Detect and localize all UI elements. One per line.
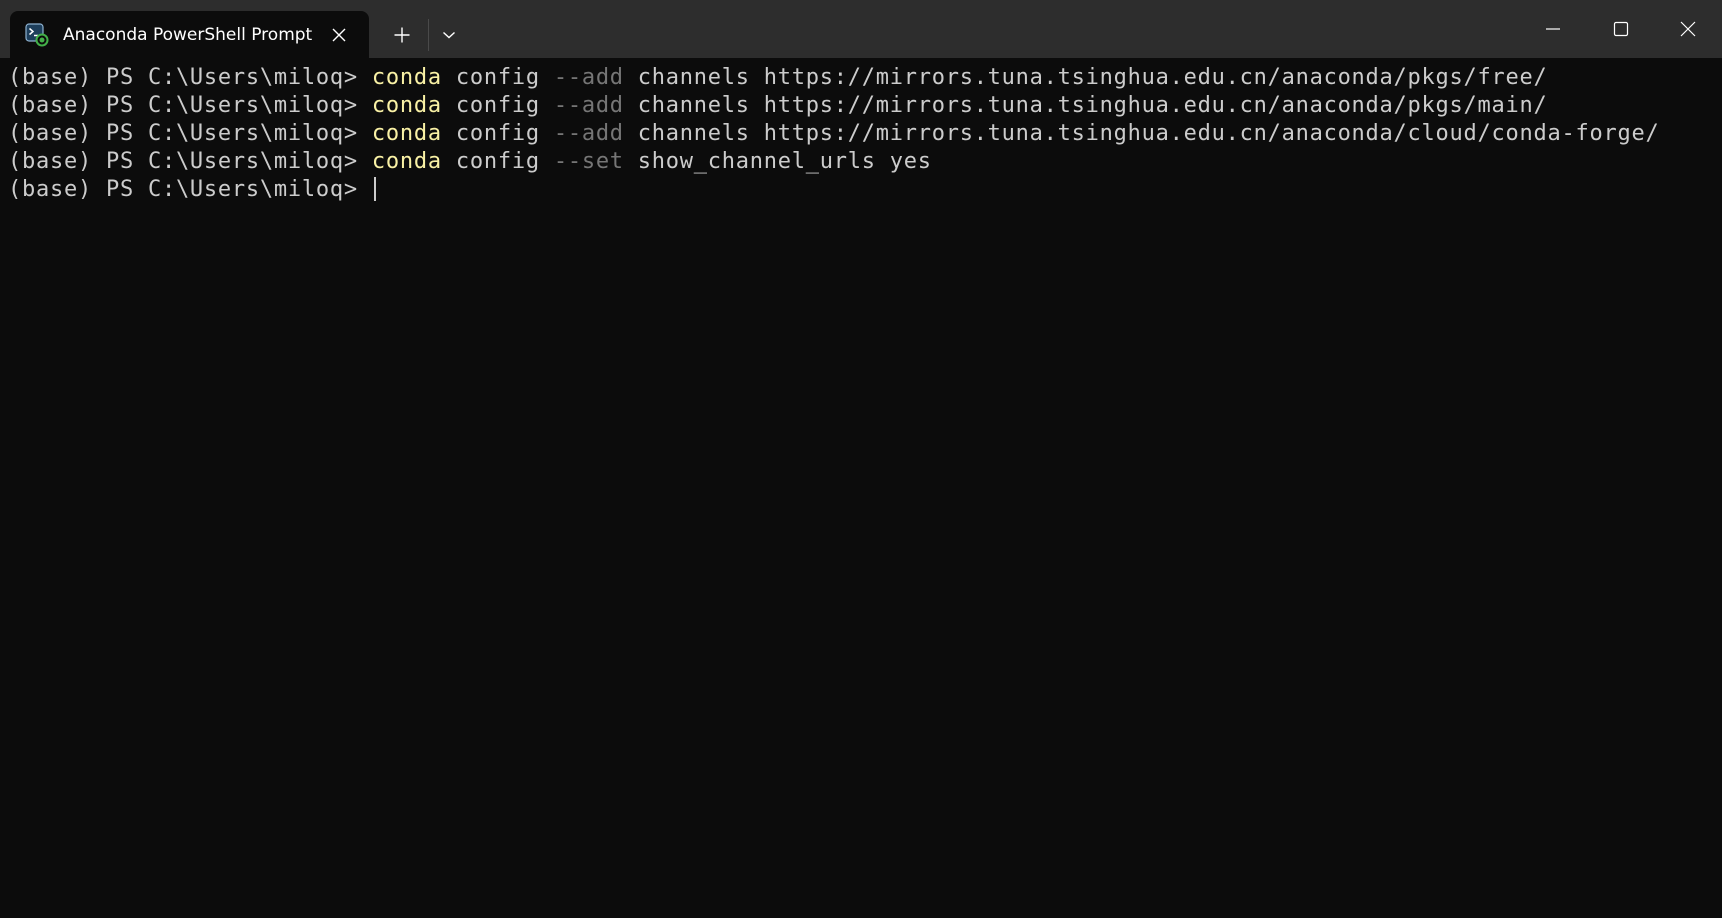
parameter: --add (553, 93, 624, 118)
terminal-line: (base) PS C:\Users\miloq> conda config -… (8, 64, 1548, 92)
command: conda (371, 93, 442, 118)
maximize-icon (1613, 21, 1629, 37)
close-icon (1680, 21, 1696, 37)
argument: config (441, 93, 554, 118)
argument: channels https://mirrors.tuna.tsinghua.e… (623, 65, 1548, 90)
parameter: --add (553, 65, 624, 90)
prompt: (base) PS C:\Users\miloq> (8, 65, 372, 90)
plus-icon (394, 27, 410, 43)
argument: config (441, 65, 554, 90)
command: conda (371, 65, 442, 90)
close-icon (332, 28, 346, 42)
terminal-line: (base) PS C:\Users\miloq> conda config -… (8, 92, 1548, 120)
terminal-output[interactable]: (base) PS C:\Users\miloq> conda config -… (0, 58, 1722, 918)
prompt: (base) PS C:\Users\miloq> (8, 177, 372, 202)
prompt: (base) PS C:\Users\miloq> (8, 121, 372, 146)
window-close-button[interactable] (1654, 0, 1722, 58)
prompt: (base) PS C:\Users\miloq> (8, 93, 372, 118)
terminal-input-line[interactable]: (base) PS C:\Users\miloq> (8, 176, 376, 204)
argument: show_channel_urls yes (623, 149, 932, 174)
text-cursor (373, 177, 376, 201)
new-tab-button[interactable] (385, 18, 419, 52)
minimize-icon (1546, 28, 1560, 30)
argument: config (441, 149, 554, 174)
tab-close-button[interactable] (327, 23, 351, 47)
chevron-down-icon (443, 31, 455, 39)
title-bar[interactable]: Anaconda PowerShell Prompt (0, 0, 1722, 58)
profile-dropdown-button[interactable] (432, 18, 466, 52)
minimize-button[interactable] (1519, 0, 1587, 58)
argument: config (441, 121, 554, 146)
command: conda (371, 149, 442, 174)
tab-anaconda-powershell[interactable]: Anaconda PowerShell Prompt (10, 11, 369, 58)
parameter: --add (553, 121, 624, 146)
command: conda (371, 121, 442, 146)
maximize-button[interactable] (1587, 0, 1655, 58)
tab-separator (428, 19, 429, 51)
terminal-line: (base) PS C:\Users\miloq> conda config -… (8, 148, 932, 176)
prompt: (base) PS C:\Users\miloq> (8, 149, 372, 174)
tab-title: Anaconda PowerShell Prompt (63, 25, 313, 45)
powershell-icon (25, 23, 49, 47)
argument: channels https://mirrors.tuna.tsinghua.e… (623, 121, 1660, 146)
argument: channels https://mirrors.tuna.tsinghua.e… (623, 93, 1548, 118)
parameter: --set (553, 149, 624, 174)
terminal-window: Anaconda PowerShell Prompt (base) PS C:\… (0, 0, 1722, 918)
terminal-line: (base) PS C:\Users\miloq> conda config -… (8, 120, 1659, 148)
